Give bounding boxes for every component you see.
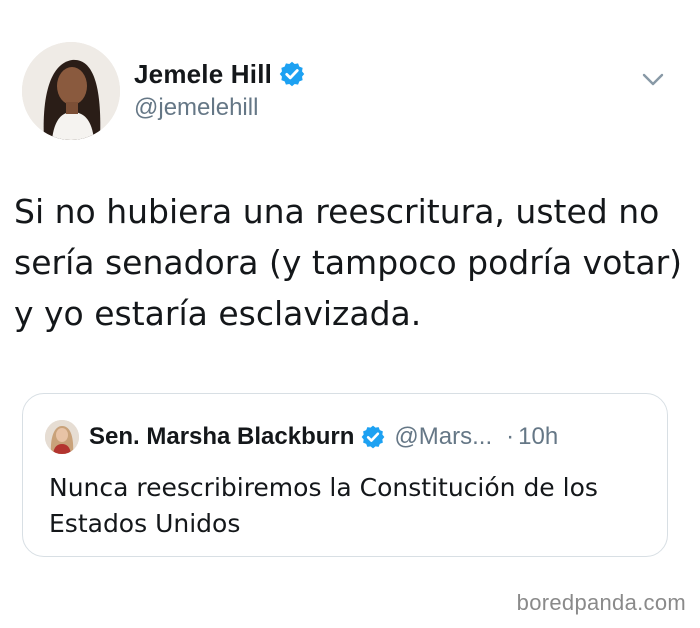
timestamp-separator: · <box>506 423 515 450</box>
author-avatar[interactable] <box>22 42 120 140</box>
author-info: Jemele Hill @jemelehill <box>134 56 306 122</box>
quoted-tweet-header: Sen. Marsha Blackburn @Mars... · 10h <box>45 420 558 454</box>
tweet-text: Si no hubiera una reescritura, usted no … <box>14 192 683 333</box>
quoted-author-display-name[interactable]: Sen. Marsha Blackburn <box>89 423 354 451</box>
quoted-tweet-text: Nunca reescribiremos la Constitución de … <box>49 473 598 538</box>
tweet-card: Jemele Hill @jemelehill Si no hubiera un… <box>0 0 700 628</box>
avatar-photo-icon <box>22 42 120 140</box>
verified-badge-icon <box>279 61 305 87</box>
author-name-row: Jemele Hill <box>134 56 306 92</box>
quoted-tweet[interactable]: Sen. Marsha Blackburn @Mars... · 10h Nun… <box>22 393 668 557</box>
avatar-photo-icon <box>45 420 79 454</box>
author-display-name[interactable]: Jemele Hill <box>134 59 272 90</box>
author-handle[interactable]: @jemelehill <box>134 94 306 122</box>
quoted-author-avatar[interactable] <box>45 420 79 454</box>
quoted-author-handle[interactable]: @Mars... <box>394 423 492 451</box>
tweet-header: Jemele Hill @jemelehill <box>22 42 682 142</box>
verified-badge-icon <box>362 425 385 449</box>
quoted-tweet-timestamp[interactable]: 10h <box>518 423 558 451</box>
chevron-down-icon[interactable] <box>638 64 668 94</box>
watermark: boredpanda.com <box>516 590 686 615</box>
